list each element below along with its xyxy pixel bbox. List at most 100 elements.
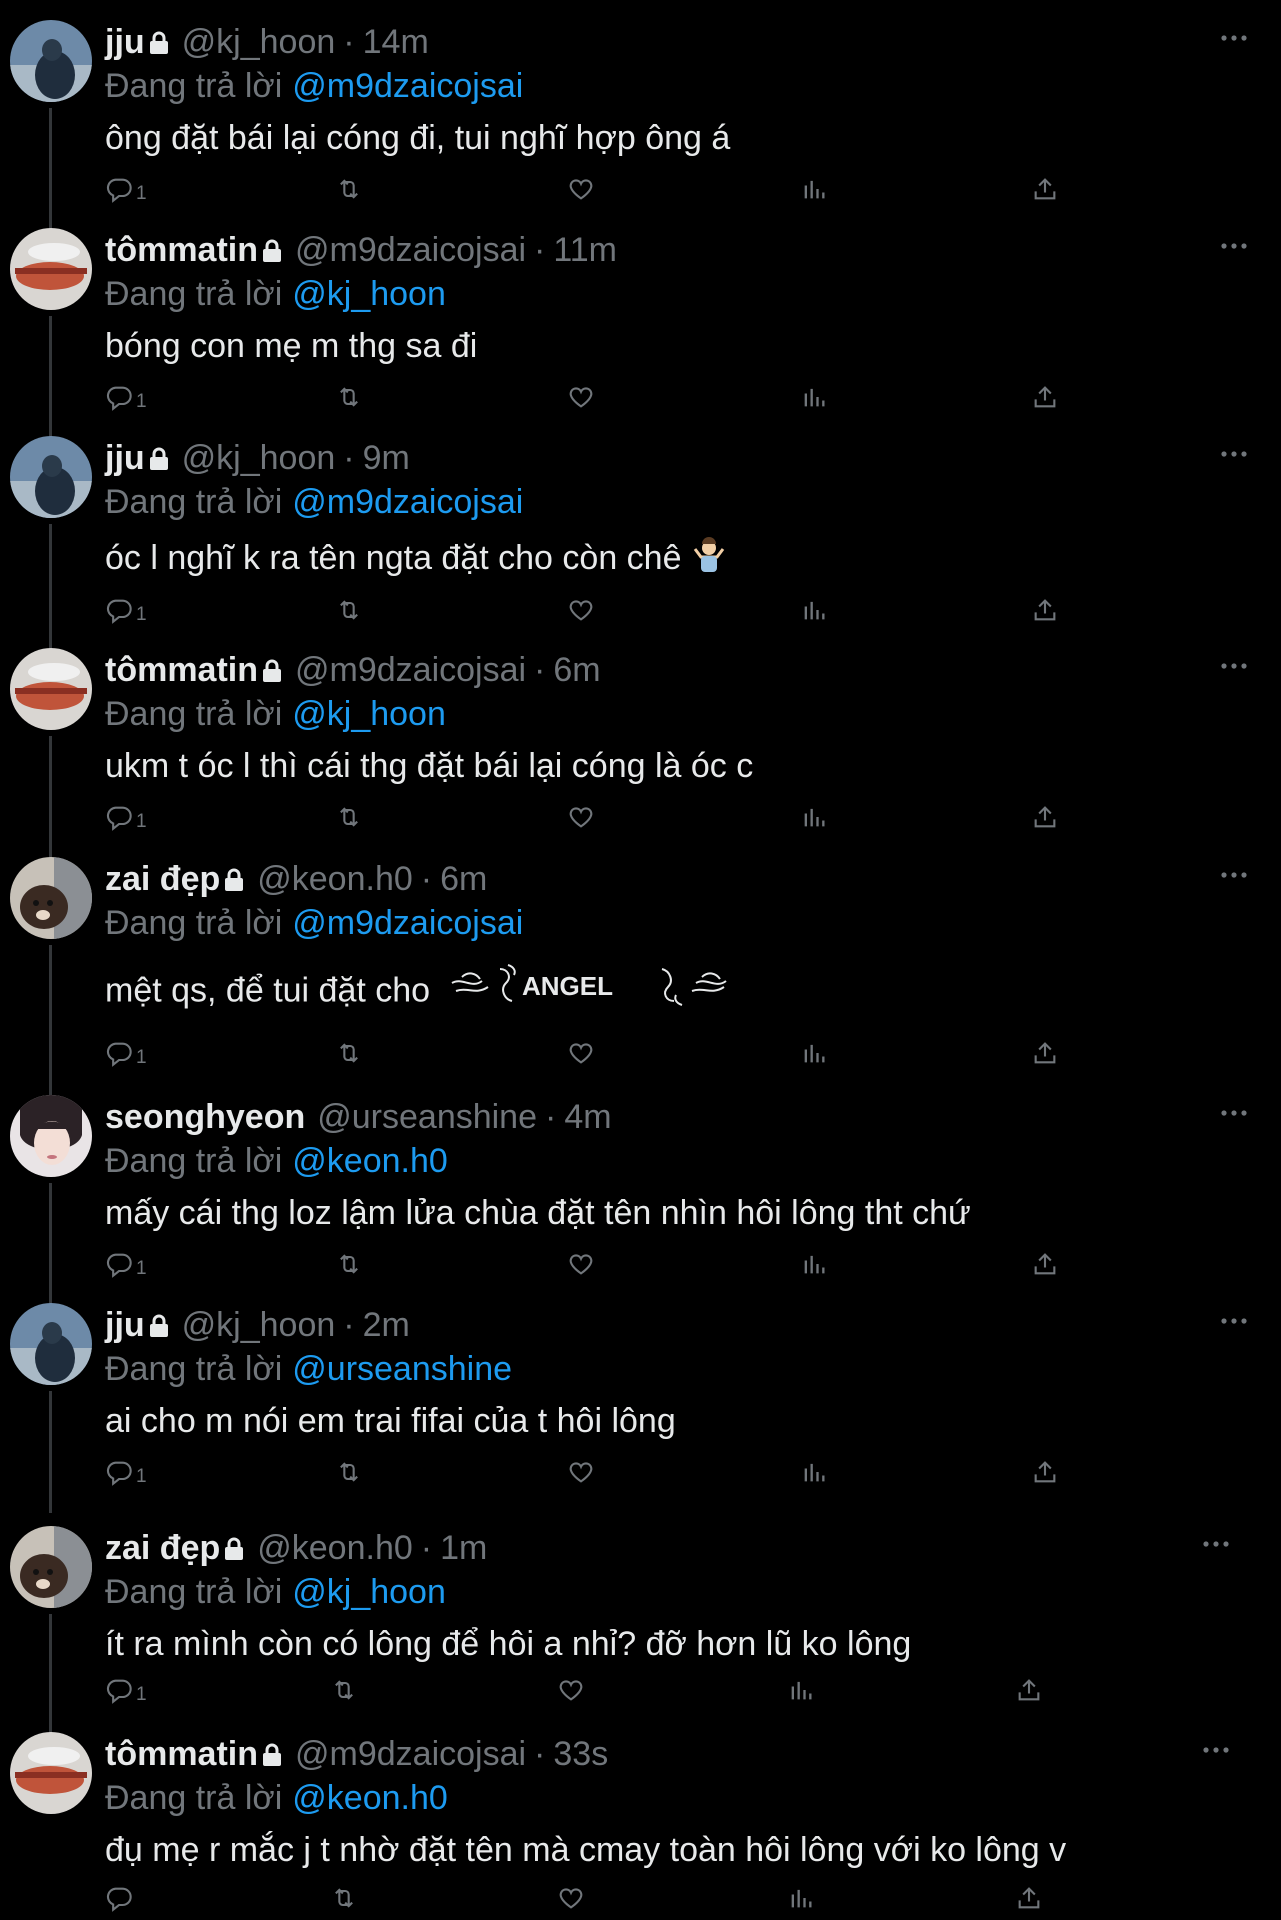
timestamp[interactable]: 14m [363,23,429,61]
user-handle[interactable]: @m9dzaicojsai [295,1735,526,1773]
more-icon[interactable] [1214,1311,1254,1331]
mention-link[interactable]: @kj_hoon [292,695,446,733]
mention-link[interactable]: @m9dzaicojsai [292,67,523,105]
views-button[interactable] [787,1884,815,1918]
mention-link[interactable]: @m9dzaicojsai [292,904,523,942]
display-name[interactable]: tômmatin [105,651,258,689]
mention-link[interactable]: @keon.h0 [292,1142,448,1180]
display-name[interactable]: zai đẹp [105,1529,220,1567]
retweet-button[interactable] [335,1039,363,1073]
retweet-button[interactable] [335,596,363,630]
reply-button[interactable]: 1 [105,1250,147,1284]
timestamp[interactable]: 1m [440,1529,487,1567]
share-button[interactable] [1031,1458,1059,1492]
share-button[interactable] [1031,596,1059,630]
views-button[interactable] [800,383,828,417]
retweet-button[interactable] [335,1458,363,1492]
user-handle[interactable]: @m9dzaicojsai [295,651,526,689]
more-icon[interactable] [1214,1103,1254,1123]
reply-button[interactable]: 1 [105,1676,147,1710]
like-button[interactable] [557,1884,585,1918]
reply-button[interactable]: 1 [105,1039,147,1073]
views-button[interactable] [800,1039,828,1073]
views-button[interactable] [800,1250,828,1284]
timestamp[interactable]: 11m [553,231,617,269]
timestamp[interactable]: 4m [564,1098,611,1136]
retweet-button[interactable] [330,1676,358,1710]
avatar[interactable] [10,1526,92,1608]
user-handle[interactable]: @keon.h0 [257,860,413,898]
share-button[interactable] [1031,175,1059,209]
avatar[interactable] [10,648,92,730]
user-handle[interactable]: @urseanshine [317,1098,537,1136]
user-handle[interactable]: @keon.h0 [257,1529,413,1567]
display-name[interactable]: tômmatin [105,1735,258,1773]
like-button[interactable] [557,1676,585,1710]
display-name[interactable]: tômmatin [105,231,258,269]
display-name[interactable]: jju [105,439,145,477]
avatar[interactable] [10,1303,92,1385]
more-icon[interactable] [1196,1740,1236,1760]
views-button[interactable] [800,803,828,837]
more-icon[interactable] [1214,28,1254,48]
retweet-button[interactable] [335,175,363,209]
retweet-button[interactable] [330,1884,358,1918]
like-button[interactable] [567,1458,595,1492]
like-button[interactable] [567,596,595,630]
mention-link[interactable]: @kj_hoon [292,1573,446,1611]
timestamp[interactable]: 6m [440,860,487,898]
mention-link[interactable]: @kj_hoon [292,275,446,313]
mention-link[interactable]: @urseanshine [292,1350,512,1388]
timestamp[interactable]: 6m [553,651,600,689]
share-button[interactable] [1031,803,1059,837]
avatar[interactable] [10,857,92,939]
reply-button[interactable] [105,1884,136,1918]
more-icon[interactable] [1214,236,1254,256]
retweet-button[interactable] [335,383,363,417]
reply-button[interactable]: 1 [105,803,147,837]
timestamp[interactable]: 9m [363,439,410,477]
reply-button[interactable]: 1 [105,596,147,630]
like-button[interactable] [567,175,595,209]
retweet-button[interactable] [335,1250,363,1284]
timestamp[interactable]: 33s [553,1735,608,1773]
mention-link[interactable]: @m9dzaicojsai [292,483,523,521]
user-handle[interactable]: @kj_hoon [182,439,336,477]
replying-to: Đang trả lời @m9dzaicojsai [105,482,523,522]
like-button[interactable] [567,383,595,417]
share-button[interactable] [1015,1884,1043,1918]
avatar[interactable] [10,1095,92,1177]
reply-button[interactable]: 1 [105,175,147,209]
mention-link[interactable]: @keon.h0 [292,1779,448,1817]
display-name[interactable]: jju [105,23,145,61]
views-button[interactable] [800,175,828,209]
display-name[interactable]: zai đẹp [105,860,220,898]
more-icon[interactable] [1214,656,1254,676]
share-button[interactable] [1031,1039,1059,1073]
share-button[interactable] [1015,1676,1043,1710]
user-handle[interactable]: @m9dzaicojsai [295,231,526,269]
views-button[interactable] [800,1458,828,1492]
avatar[interactable] [10,228,92,310]
display-name[interactable]: seonghyeon [105,1098,305,1136]
reply-button[interactable]: 1 [105,1458,147,1492]
like-button[interactable] [567,1039,595,1073]
like-button[interactable] [567,1250,595,1284]
views-button[interactable] [800,596,828,630]
more-icon[interactable] [1214,865,1254,885]
avatar[interactable] [10,20,92,102]
avatar[interactable] [10,436,92,518]
reply-button[interactable]: 1 [105,383,147,417]
like-button[interactable] [567,803,595,837]
display-name[interactable]: jju [105,1306,145,1344]
avatar[interactable] [10,1732,92,1814]
more-icon[interactable] [1196,1534,1236,1554]
user-handle[interactable]: @kj_hoon [182,1306,336,1344]
views-button[interactable] [787,1676,815,1710]
user-handle[interactable]: @kj_hoon [182,23,336,61]
share-button[interactable] [1031,1250,1059,1284]
share-button[interactable] [1031,383,1059,417]
more-icon[interactable] [1214,444,1254,464]
retweet-button[interactable] [335,803,363,837]
timestamp[interactable]: 2m [363,1306,410,1344]
